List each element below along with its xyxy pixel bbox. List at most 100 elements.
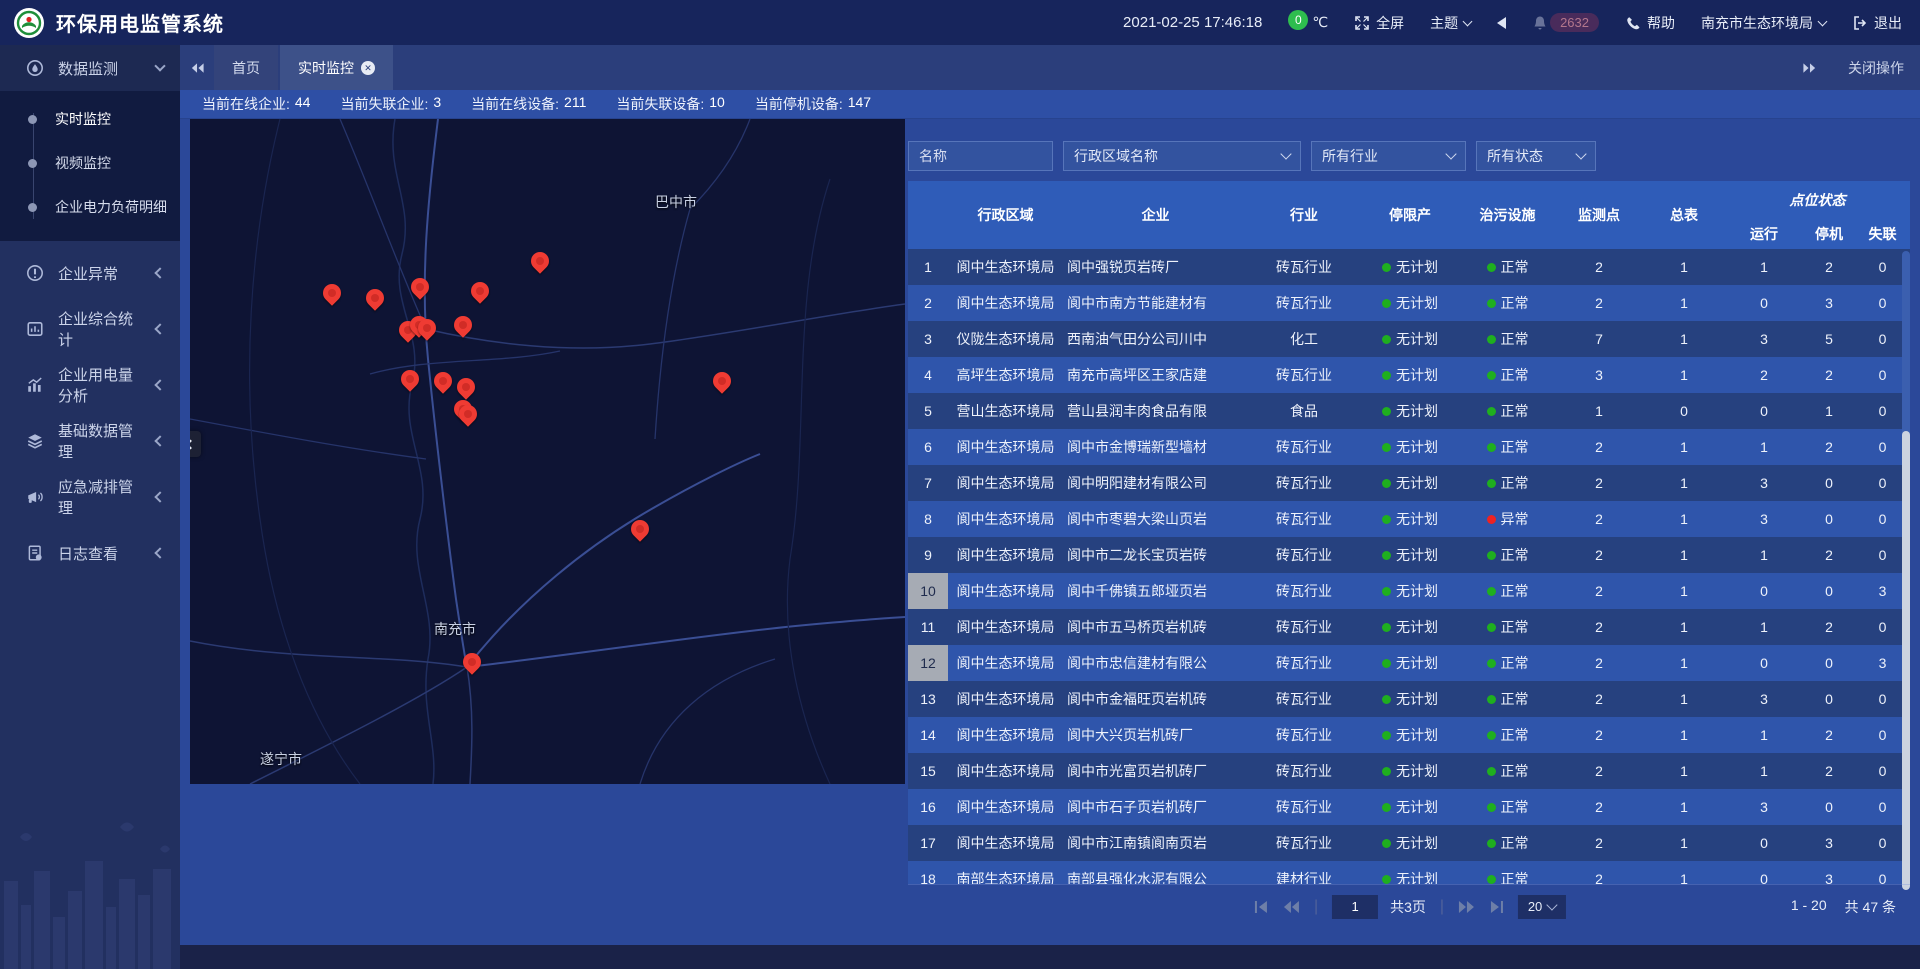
sidebar-subitem-power-load-detail[interactable]: 企业电力负荷明细 xyxy=(0,185,180,229)
table-row[interactable]: 3仪陇生态环境局西南油气田分公司川中化工无计划正常71350 xyxy=(908,321,1910,357)
col-region: 行政区域 xyxy=(948,181,1063,249)
table-row[interactable]: 12阆中生态环境局阆中市忠信建材有限公砖瓦行业无计划正常21003 xyxy=(908,645,1910,681)
table-row[interactable]: 5营山生态环境局营山县润丰肉食品有限食品无计划正常10010 xyxy=(908,393,1910,429)
cell-facility-status: 正常 xyxy=(1460,465,1555,501)
table-row[interactable]: 11阆中生态环境局阆中市五马桥页岩机砖砖瓦行业无计划正常21120 xyxy=(908,609,1910,645)
cell-company: 阆中市忠信建材有限公 xyxy=(1063,645,1248,681)
cell-company: 阆中市枣碧大梁山页岩 xyxy=(1063,501,1248,537)
cell-limit-status: 无计划 xyxy=(1360,285,1460,321)
table-row[interactable]: 7阆中生态环境局阆中明阳建材有限公司砖瓦行业无计划正常21300 xyxy=(908,465,1910,501)
tabbar-right: 关闭操作 xyxy=(1792,45,1920,90)
top-bar: 环保用电监管系统 2021-02-25 17:46:18 0 ℃ 全屏 主题 xyxy=(0,0,1920,45)
eco-logo-icon xyxy=(14,8,44,38)
map-collapse-button[interactable] xyxy=(190,431,201,457)
cell-stop: 2 xyxy=(1803,609,1855,645)
tabs-scroll-left-button[interactable] xyxy=(180,45,214,90)
help-button[interactable]: 帮助 xyxy=(1625,13,1675,33)
fullscreen-button[interactable]: 全屏 xyxy=(1354,13,1404,33)
page-size-select[interactable]: 20 xyxy=(1518,895,1566,919)
sidebar-group-data-monitor: 数据监测实时监控视频监控企业电力负荷明细 xyxy=(0,45,180,241)
sidebar-item-data-monitor[interactable]: 数据监测 xyxy=(0,45,180,91)
chevron-left-icon xyxy=(154,547,165,558)
map[interactable]: 巴中市南充市遂宁市 xyxy=(190,119,905,784)
region-select[interactable]: 行政区域名称 xyxy=(1063,141,1301,171)
name-search-input[interactable] xyxy=(919,148,1042,164)
table-row[interactable]: 9阆中生态环境局阆中市二龙长宝页岩砖砖瓦行业无计划正常21120 xyxy=(908,537,1910,573)
alert-icon xyxy=(26,264,44,282)
sidebar-item-power-analysis[interactable]: 企业用电量分析 xyxy=(0,361,180,409)
cell-limit-status: 无计划 xyxy=(1360,249,1460,285)
sidebar-item-logs[interactable]: 日志查看 xyxy=(0,529,180,577)
status-dot-icon xyxy=(1382,803,1391,812)
cell-row-number: 18 xyxy=(908,861,948,884)
table-row[interactable]: 1阆中生态环境局阆中强锐页岩砖厂砖瓦行业无计划正常21120 xyxy=(908,249,1910,285)
sidebar-subitem-realtime-monitor[interactable]: 实时监控 xyxy=(0,97,180,141)
table-row[interactable]: 6阆中生态环境局阆中市金博瑞新型墙材砖瓦行业无计划正常21120 xyxy=(908,429,1910,465)
page-number-input[interactable]: 1 xyxy=(1332,895,1378,919)
cell-limit-status: 无计划 xyxy=(1360,465,1460,501)
cell-industry: 砖瓦行业 xyxy=(1248,825,1360,861)
last-page-button[interactable] xyxy=(1488,899,1506,915)
cell-industry: 砖瓦行业 xyxy=(1248,753,1360,789)
status-text: 无计划 xyxy=(1396,725,1438,745)
col-facility: 治污设施 xyxy=(1460,181,1555,249)
col-no xyxy=(908,181,948,249)
table-row[interactable]: 16阆中生态环境局阆中市石子页岩机砖厂砖瓦行业无计划正常21300 xyxy=(908,789,1910,825)
status-select[interactable]: 所有状态 xyxy=(1476,141,1596,171)
table-row[interactable]: 13阆中生态环境局阆中市金福旺页岩机砖砖瓦行业无计划正常21300 xyxy=(908,681,1910,717)
cell-stop: 2 xyxy=(1803,249,1855,285)
table-row[interactable]: 14阆中生态环境局阆中大兴页岩机砖厂砖瓦行业无计划正常21120 xyxy=(908,717,1910,753)
sidebar-item-emergency[interactable]: 应急减排管理 xyxy=(0,473,180,521)
notifications[interactable]: 2632 xyxy=(1532,13,1599,32)
name-search-field[interactable] xyxy=(908,141,1053,171)
temperature-badge: 0 xyxy=(1288,10,1308,30)
scrollbar-thumb[interactable] xyxy=(1902,431,1910,890)
org-dropdown[interactable]: 南充市生态环境局 xyxy=(1701,13,1826,33)
table-row[interactable]: 2阆中生态环境局阆中市南方节能建材有砖瓦行业无计划正常21030 xyxy=(908,285,1910,321)
status-text: 无计划 xyxy=(1396,689,1438,709)
cell-region: 阆中生态环境局 xyxy=(948,753,1063,789)
col-meters: 总表 xyxy=(1643,181,1725,249)
table-row[interactable]: 15阆中生态环境局阆中市光富页岩机砖厂砖瓦行业无计划正常21120 xyxy=(908,753,1910,789)
first-page-button[interactable] xyxy=(1252,899,1270,915)
theme-dropdown[interactable]: 主题 xyxy=(1430,13,1471,33)
cell-meters: 1 xyxy=(1643,357,1725,393)
close-circle-icon[interactable] xyxy=(361,61,375,75)
logout-button[interactable]: 退出 xyxy=(1852,13,1902,33)
industry-select-value: 所有行业 xyxy=(1322,146,1439,166)
sidebar-item-company-abnormal[interactable]: 企业异常 xyxy=(0,249,180,297)
cell-region: 阆中生态环境局 xyxy=(948,717,1063,753)
tab-home[interactable]: 首页 xyxy=(214,45,278,90)
cell-row-number: 15 xyxy=(908,753,948,789)
tabs-scroll-right-button[interactable] xyxy=(1792,62,1826,74)
sidebar-item-label: 企业用电量分析 xyxy=(58,364,142,406)
cell-row-number: 5 xyxy=(908,393,948,429)
status-text: 正常 xyxy=(1501,293,1529,313)
table-row[interactable]: 17阆中生态环境局阆中市江南镇阆南页岩砖瓦行业无计划正常21030 xyxy=(908,825,1910,861)
sidebar-item-company-stats[interactable]: 企业综合统计 xyxy=(0,305,180,353)
footer-strip xyxy=(180,945,1920,969)
chevron-left-icon xyxy=(154,379,165,390)
cell-run: 0 xyxy=(1725,825,1803,861)
cell-facility-status: 正常 xyxy=(1460,789,1555,825)
next-page-button[interactable] xyxy=(1458,899,1476,915)
table-row[interactable]: 10阆中生态环境局阆中千佛镇五郎垭页岩砖瓦行业无计划正常21003 xyxy=(908,573,1910,609)
sidebar-group-emergency: 应急减排管理 xyxy=(0,473,180,521)
col-limit: 停限产 xyxy=(1360,181,1460,249)
cell-meters: 1 xyxy=(1643,753,1725,789)
sidebar-subitem-video-monitor[interactable]: 视频监控 xyxy=(0,141,180,185)
table-row[interactable]: 8阆中生态环境局阆中市枣碧大梁山页岩砖瓦行业无计划异常21300 xyxy=(908,501,1910,537)
table-row[interactable]: 18南部生态环境局南部县强化水泥有限公建材行业无计划正常21030 xyxy=(908,861,1910,884)
chevron-down-icon xyxy=(1547,899,1558,910)
cell-meters: 1 xyxy=(1643,861,1725,884)
table-row[interactable]: 4高坪生态环境局南充市高坪区王家店建砖瓦行业无计划正常31220 xyxy=(908,357,1910,393)
status-text: 无计划 xyxy=(1396,545,1438,565)
tab-realtime[interactable]: 实时监控 xyxy=(280,45,393,90)
cell-region: 阆中生态环境局 xyxy=(948,429,1063,465)
industry-select[interactable]: 所有行业 xyxy=(1311,141,1466,171)
prev-page-button[interactable] xyxy=(1282,899,1300,915)
cell-meters: 1 xyxy=(1643,789,1725,825)
close-operations-button[interactable]: 关闭操作 xyxy=(1848,58,1904,78)
sidebar-item-base-data[interactable]: 基础数据管理 xyxy=(0,417,180,465)
speaker-icon[interactable] xyxy=(1497,17,1506,29)
